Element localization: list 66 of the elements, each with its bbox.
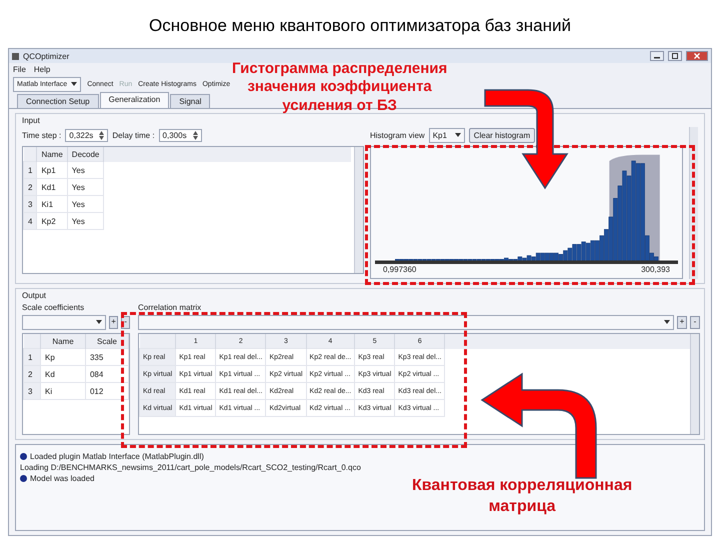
dropdown-arrow-icon [71, 82, 78, 86]
dropdown-arrow-icon [664, 320, 670, 324]
info-icon [20, 453, 27, 460]
axis-label: 0,997360 [383, 265, 416, 274]
histogram-dropdown[interactable]: Kp1 [428, 128, 465, 142]
tab[interactable]: Connection Setup [17, 94, 99, 108]
row-number: 2 [24, 366, 40, 382]
delay-time-spinbox[interactable]: 0,300s [158, 128, 202, 142]
table-cell: Kp1 [36, 162, 68, 178]
log-line: Loading D:/BENCHMARKS_newsims_2011/cart_pole_models/Rcart_SCO2_testing/Rcart_0.qco [20, 463, 361, 472]
section-label: Correlation matrix [138, 302, 202, 314]
menu-item[interactable]: File [13, 64, 26, 74]
table-cell: Kd1 [36, 178, 68, 196]
row-number: 1 [24, 162, 37, 178]
slide-title: Основное меню квантового оптимизатора баз знаний [148, 15, 572, 37]
group-title: Output [22, 291, 46, 302]
row-number: 3 [24, 196, 37, 212]
table-cell: Yes [67, 212, 104, 230]
add-button[interactable]: + [677, 316, 687, 328]
field-label: Histogram view [370, 130, 425, 140]
column-header: Name [40, 334, 86, 348]
tab[interactable]: Generalization [100, 92, 170, 108]
table-cell: Kp [40, 348, 86, 366]
add-button[interactable]: + [109, 316, 118, 328]
annotation-text: Гистограмма распределения значения коэффициента усиления от БЗ [232, 60, 448, 115]
axis-label: 300,393 [641, 265, 670, 274]
field-label: Delay time : [112, 130, 155, 140]
info-icon [20, 475, 27, 482]
row-number: 1 [24, 348, 40, 366]
minimize-icon[interactable] [650, 51, 664, 61]
field-label: Time step : [22, 130, 62, 140]
log-line: Loaded plugin Matlab Interface (MatlabPlugin.dll) [30, 452, 204, 461]
annotation-text: Квантовая корреляционная матрица [412, 476, 632, 517]
row-number: 2 [24, 178, 37, 196]
table-cell: Yes [67, 196, 104, 212]
maximize-icon[interactable] [668, 51, 682, 61]
curved-arrow-icon [478, 370, 598, 480]
table-cell: Kd [40, 366, 86, 382]
spin-arrows-icon[interactable] [192, 130, 198, 140]
column-header: Name [36, 147, 68, 162]
close-icon[interactable] [686, 51, 708, 61]
remove-button[interactable]: - [690, 316, 700, 328]
group-title: Input [22, 116, 40, 127]
dropdown-arrow-icon [454, 133, 461, 137]
column-header: Decode [67, 147, 104, 162]
dropdown-arrow-icon [96, 320, 102, 324]
window-title: QCOptimizer [23, 52, 70, 60]
clear-histogram-button[interactable]: Clear histogram [468, 128, 536, 142]
row-number: 4 [24, 212, 37, 230]
log-line: Model was loaded [30, 474, 94, 483]
scrollbar[interactable] [354, 147, 363, 273]
table-cell: 084 [85, 366, 128, 382]
table-cell: 012 [85, 382, 128, 400]
time-step-spinbox[interactable]: 0,322s [65, 128, 108, 142]
table-cell: Ki1 [36, 196, 68, 212]
menu-item[interactable]: Help [34, 64, 50, 74]
table-cell: Ki [40, 382, 86, 400]
tab[interactable]: Signal [170, 94, 210, 108]
table-cell: Kp2 [36, 212, 68, 230]
scrollbar[interactable] [690, 334, 699, 434]
row-number: 3 [24, 382, 40, 400]
spin-arrows-icon[interactable] [99, 130, 104, 140]
section-label: Scale coefficients [22, 302, 86, 314]
table-cell: Yes [67, 162, 104, 178]
app-icon [12, 52, 19, 60]
table-cell: Yes [67, 178, 104, 196]
